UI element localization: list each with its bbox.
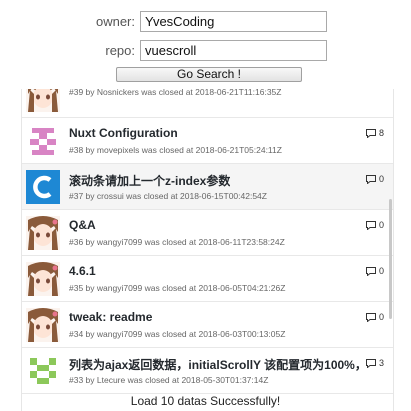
avatar: [26, 308, 60, 342]
comment-count-value: 0: [378, 220, 384, 230]
issue-meta: #37 by crossui was closed at 2018-06-15T…: [69, 191, 267, 201]
issue-meta: #33 by Ltecure was closed at 2018-05-30T…: [69, 375, 269, 385]
issue-item[interactable]: 4.6.1 #35 by wangyi7099 was closed at 20…: [22, 256, 393, 302]
scrollbar-track[interactable]: [389, 89, 393, 411]
avatar: [26, 216, 60, 250]
issue-title[interactable]: 4.6.1: [69, 264, 96, 278]
issue-list: #39 by Nosnickers was closed at 2018-06-…: [22, 89, 393, 394]
issue-item[interactable]: 滚动条请加上一个z-index参数 #37 by crossui was clo…: [22, 164, 393, 210]
issue-meta: #38 by movepixels was closed at 2018-06-…: [69, 145, 282, 155]
repo-input[interactable]: [140, 40, 327, 61]
identicon-green-icon: [26, 354, 60, 388]
comment-bubble-icon: [365, 174, 376, 184]
issue-item[interactable]: Q&A #36 by wangyi7099 was closed at 2018…: [22, 210, 393, 256]
issue-item[interactable]: 列表为ajax返回数据，initialScrollY 该配置项为100%，不生效…: [22, 348, 393, 394]
anime-avatar-icon: [26, 262, 60, 296]
comment-count-value: 8: [378, 128, 384, 138]
comment-bubble-icon: [365, 220, 376, 230]
issue-title[interactable]: tweak: readme: [69, 310, 152, 324]
comment-bubble-icon: [365, 128, 376, 138]
anime-avatar-icon: [26, 89, 60, 112]
avatar: [26, 262, 60, 296]
issue-title[interactable]: 滚动条请加上一个z-index参数: [69, 172, 230, 189]
comment-bubble-icon: [365, 266, 376, 276]
repo-label: repo:: [105, 43, 135, 58]
issue-item[interactable]: Nuxt Configuration #38 by movepixels was…: [22, 118, 393, 164]
comment-count: 8: [365, 128, 384, 138]
go-search-button[interactable]: Go Search !: [116, 67, 302, 82]
issue-item[interactable]: #39 by Nosnickers was closed at 2018-06-…: [22, 89, 393, 118]
comment-count-value: 0: [378, 174, 384, 184]
comment-count-value: 0: [378, 312, 384, 322]
c-logo-icon: [26, 170, 60, 204]
avatar: [26, 89, 60, 112]
issue-title[interactable]: Q&A: [69, 218, 96, 232]
comment-count-value: 3: [378, 358, 384, 368]
issue-title[interactable]: 列表为ajax返回数据，initialScrollY 该配置项为100%，不生效: [69, 356, 359, 373]
comment-count: 0: [365, 312, 384, 322]
avatar: [26, 354, 60, 388]
comment-count: 3: [365, 358, 384, 368]
anime-avatar-icon: [26, 308, 60, 342]
comment-bubble-icon: [365, 358, 376, 368]
comment-count: 0: [365, 266, 384, 276]
owner-input[interactable]: [140, 11, 327, 32]
issue-list-scroll-container[interactable]: #39 by Nosnickers was closed at 2018-06-…: [21, 89, 394, 411]
load-status-message: Load 10 datas Successfully!: [130, 394, 281, 408]
anime-avatar-icon: [26, 216, 60, 250]
avatar: [26, 170, 60, 204]
scrollbar-thumb[interactable]: [389, 199, 392, 319]
avatar: [26, 124, 60, 158]
comment-count-value: 0: [378, 266, 384, 276]
owner-row: owner:: [0, 11, 411, 33]
issue-meta: #36 by wangyi7099 was closed at 2018-06-…: [69, 237, 285, 247]
repo-row: repo:: [0, 40, 411, 62]
comment-count: 0: [365, 174, 384, 184]
issue-meta: #34 by wangyi7099 was closed at 2018-06-…: [69, 329, 286, 339]
comment-count: 0: [365, 220, 384, 230]
issue-title[interactable]: Nuxt Configuration: [69, 126, 178, 140]
issue-meta: #35 by wangyi7099 was closed at 2018-06-…: [69, 283, 286, 293]
comment-bubble-icon: [365, 312, 376, 322]
issue-meta: #39 by Nosnickers was closed at 2018-06-…: [69, 89, 282, 97]
owner-label: owner:: [95, 14, 135, 29]
issue-item[interactable]: tweak: readme #34 by wangyi7099 was clos…: [22, 302, 393, 348]
identicon-pink-icon: [26, 124, 60, 158]
